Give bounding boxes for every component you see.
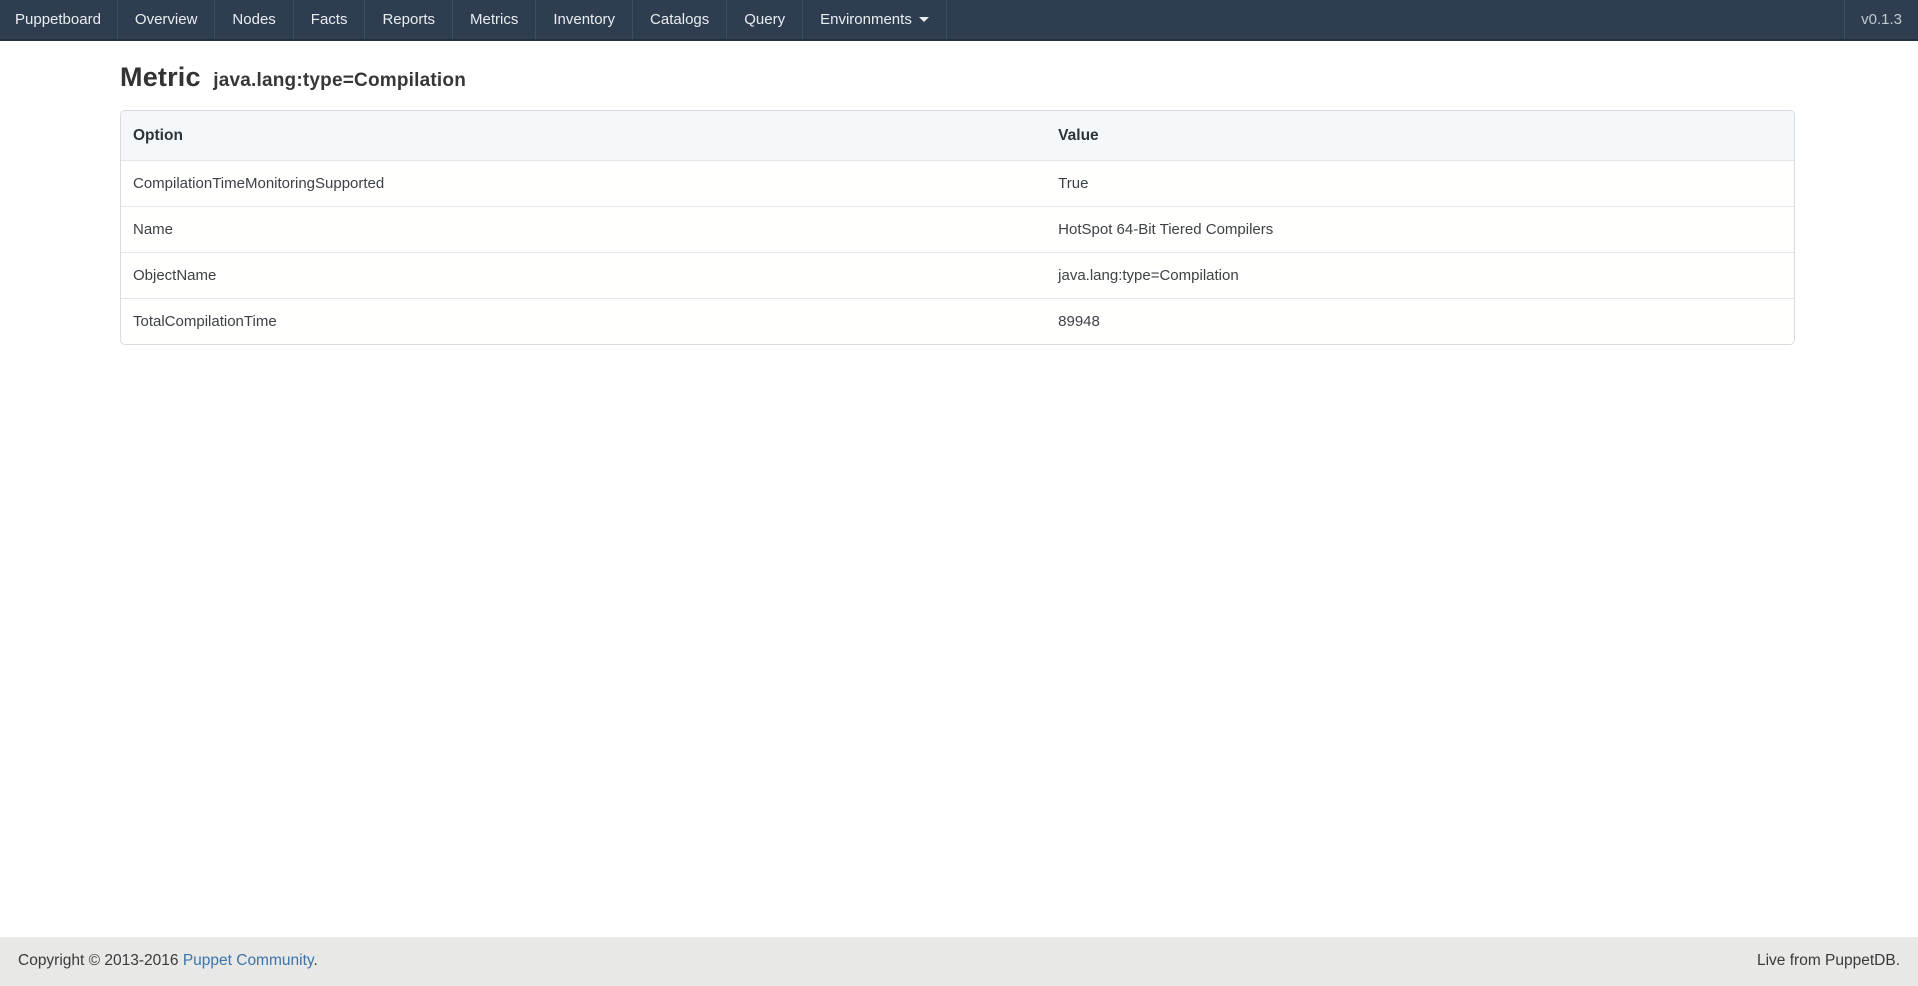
column-header-option: Option [121, 111, 1046, 161]
value-cell: java.lang:type=Compilation [1046, 253, 1794, 299]
nav-item-environments: Environments [803, 0, 947, 39]
table-row: TotalCompilationTime 89948 [121, 299, 1794, 345]
puppet-community-link[interactable]: Puppet Community [183, 952, 314, 969]
footer: Copyright © 2013-2016 Puppet Community. … [0, 937, 1918, 986]
nav-item-overview-wrap: Overview [118, 0, 216, 39]
value-cell: 89948 [1046, 299, 1794, 345]
metric-table-panel: Option Value CompilationTimeMonitoringSu… [120, 110, 1795, 345]
page-title: Metric java.lang:type=Compilation [120, 62, 1795, 93]
nav-item-facts-wrap: Facts [294, 0, 366, 39]
table-header-row: Option Value [121, 111, 1794, 161]
navbar-brand[interactable]: Puppetboard [0, 0, 117, 39]
nav-item-inventory[interactable]: Inventory [536, 0, 632, 39]
nav-item-metrics-wrap: Metrics [453, 0, 536, 39]
nav-item-reports-wrap: Reports [365, 0, 453, 39]
copyright-text: Copyright © 2013-2016 Puppet Community. [18, 952, 318, 970]
value-cell: HotSpot 64-Bit Tiered Compilers [1046, 207, 1794, 253]
value-cell: True [1046, 161, 1794, 207]
nav-item-inventory-wrap: Inventory [536, 0, 633, 39]
nav-item-metrics[interactable]: Metrics [453, 0, 535, 39]
page-title-text: Metric [120, 62, 201, 92]
table-row: ObjectName java.lang:type=Compilation [121, 253, 1794, 299]
option-cell: TotalCompilationTime [121, 299, 1046, 345]
puppetdb-status-text: Live from PuppetDB. [1757, 952, 1900, 970]
metric-table: Option Value CompilationTimeMonitoringSu… [121, 111, 1794, 344]
table-row: Name HotSpot 64-Bit Tiered Compilers [121, 207, 1794, 253]
environments-dropdown-toggle[interactable]: Environments [803, 0, 946, 39]
nav-item-overview[interactable]: Overview [118, 0, 215, 39]
nav-item-query[interactable]: Query [727, 0, 802, 39]
table-body: CompilationTimeMonitoringSupported True … [121, 161, 1794, 345]
content-container: Metric java.lang:type=Compilation Option… [120, 62, 1795, 345]
option-cell: CompilationTimeMonitoringSupported [121, 161, 1046, 207]
version-label: v0.1.3 [1844, 0, 1918, 39]
caret-down-icon [919, 17, 929, 22]
nav-item-facts[interactable]: Facts [294, 0, 365, 39]
nav-item-catalogs[interactable]: Catalogs [633, 0, 726, 39]
option-cell: Name [121, 207, 1046, 253]
table-row: CompilationTimeMonitoringSupported True [121, 161, 1794, 207]
nav-item-query-wrap: Query [727, 0, 803, 39]
navbar-brand-item: Puppetboard [0, 0, 118, 39]
nav-item-nodes[interactable]: Nodes [215, 0, 292, 39]
option-cell: ObjectName [121, 253, 1046, 299]
nav-item-catalogs-wrap: Catalogs [633, 0, 727, 39]
table-header: Option Value [121, 111, 1794, 161]
column-header-value: Value [1046, 111, 1794, 161]
nav-item-reports[interactable]: Reports [365, 0, 452, 39]
page-subtitle: java.lang:type=Compilation [208, 70, 466, 91]
main-content: Metric java.lang:type=Compilation Option… [0, 41, 1918, 937]
navbar: Puppetboard Overview Nodes Facts Reports… [0, 0, 1918, 41]
navbar-menu: Puppetboard Overview Nodes Facts Reports… [0, 0, 947, 39]
environments-dropdown-label: Environments [820, 11, 912, 28]
nav-item-nodes-wrap: Nodes [215, 0, 293, 39]
